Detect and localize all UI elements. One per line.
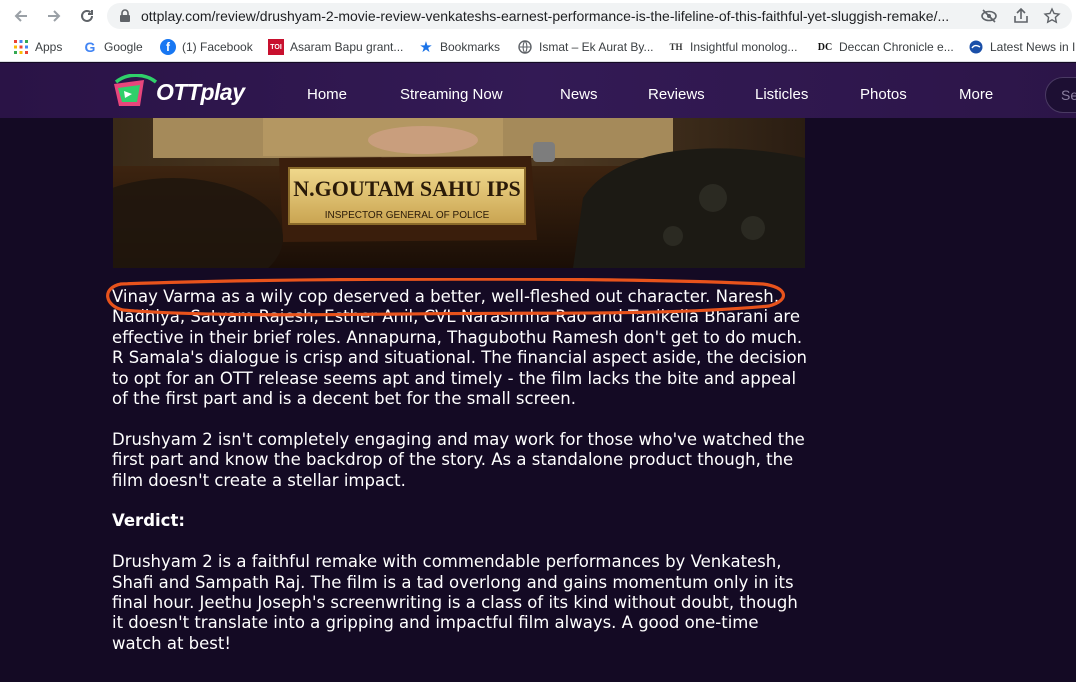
article-hero-image: N.GOUTAM SAHU IPS INSPECTOR GENERAL OF P…	[113, 118, 805, 268]
bookmark-asaram[interactable]: TOI Asaram Bapu grant...	[268, 39, 403, 55]
bookmark-label: Insightful monolog...	[690, 40, 798, 54]
apps-grid-icon	[13, 39, 29, 55]
facebook-icon: f	[160, 39, 176, 55]
arrow-right-icon	[48, 10, 61, 22]
article-paragraph: Drushyam 2 is a faithful remake with com…	[112, 552, 798, 653]
lock-icon	[120, 9, 130, 22]
toi-icon: TOI	[268, 39, 284, 55]
th-icon: TH	[669, 42, 683, 52]
bookmark-label: Deccan Chronicle e...	[839, 40, 954, 54]
nav-reviews[interactable]: Reviews	[648, 86, 705, 103]
bookmark-label: Latest News in I	[990, 40, 1076, 54]
browser-toolbar: ottplay.com/review/drushyam-2-movie-revi…	[0, 0, 1076, 32]
bookmark-label: (1) Facebook	[182, 40, 253, 54]
logo-text: OTTplay	[156, 79, 245, 105]
reload-icon	[81, 9, 93, 22]
bookmark-label: Ismat – Ek Aurat By...	[539, 40, 654, 54]
bookmark-apps[interactable]: Apps	[13, 39, 62, 55]
bookmark-deccan[interactable]: DC Deccan Chronicle e...	[817, 39, 954, 55]
verdict-heading: Verdict:	[112, 511, 185, 531]
back-button[interactable]	[9, 4, 33, 28]
nav-photos[interactable]: Photos	[860, 86, 907, 103]
nav-home[interactable]: Home	[307, 86, 347, 103]
address-bar[interactable]: ottplay.com/review/drushyam-2-movie-revi…	[107, 3, 1072, 29]
search-input[interactable]: Se	[1045, 77, 1076, 113]
arrow-left-icon	[14, 10, 27, 22]
bookmark-folder[interactable]: ★ Bookmarks	[418, 39, 501, 56]
share-button[interactable]	[1011, 6, 1031, 26]
eye-off-icon	[981, 9, 997, 23]
article-paragraph: Drushyam 2 isn't completely engaging and…	[112, 429, 805, 490]
nav-more[interactable]: More	[959, 86, 993, 103]
url-text: ottplay.com/review/drushyam-2-movie-revi…	[141, 8, 950, 24]
site-header: OTTplay Home Streaming Now News Reviews …	[0, 63, 1076, 118]
highlight-annotation	[106, 278, 785, 317]
star-outline-icon	[1043, 7, 1061, 24]
bookmark-star-button[interactable]	[1042, 6, 1062, 26]
nav-streaming-now[interactable]: Streaming Now	[400, 86, 503, 103]
bookmarks-bar: Apps G Google f (1) Facebook TOI Asaram …	[0, 32, 1076, 62]
bookmark-latest-news[interactable]: Latest News in I	[968, 39, 1075, 55]
ottplay-logo-icon	[114, 74, 158, 106]
dc-icon: DC	[817, 41, 833, 53]
bookmark-label: Google	[104, 40, 143, 54]
bookmark-facebook[interactable]: f (1) Facebook	[160, 39, 253, 55]
google-icon: G	[84, 39, 96, 55]
nameplate-name: N.GOUTAM SAHU IPS	[293, 176, 521, 201]
ottplay-logo[interactable]: OTTplay	[110, 74, 260, 110]
tracking-blocked-button[interactable]	[979, 6, 999, 26]
share-icon	[1014, 7, 1028, 23]
bookmark-ismat[interactable]: Ismat – Ek Aurat By...	[517, 39, 654, 55]
bookmark-label: Bookmarks	[440, 40, 501, 54]
nav-listicles[interactable]: Listicles	[755, 86, 808, 103]
forward-button[interactable]	[42, 4, 66, 28]
star-icon: ★	[419, 39, 433, 56]
article-body: Vinay Varma as a wily cop deserved a bet…	[112, 287, 812, 675]
nameplate-title: INSPECTOR GENERAL OF POLICE	[325, 210, 490, 221]
nav-news[interactable]: News	[560, 86, 598, 103]
search-placeholder: Se	[1061, 87, 1076, 103]
bookmark-insightful[interactable]: TH Insightful monolog...	[668, 39, 797, 55]
bookmark-label: Apps	[35, 40, 63, 54]
news-icon	[968, 39, 984, 55]
reload-button[interactable]	[75, 4, 99, 28]
globe-icon	[517, 39, 533, 55]
bookmark-label: Asaram Bapu grant...	[290, 40, 404, 54]
bookmark-google[interactable]: G Google	[82, 39, 143, 55]
